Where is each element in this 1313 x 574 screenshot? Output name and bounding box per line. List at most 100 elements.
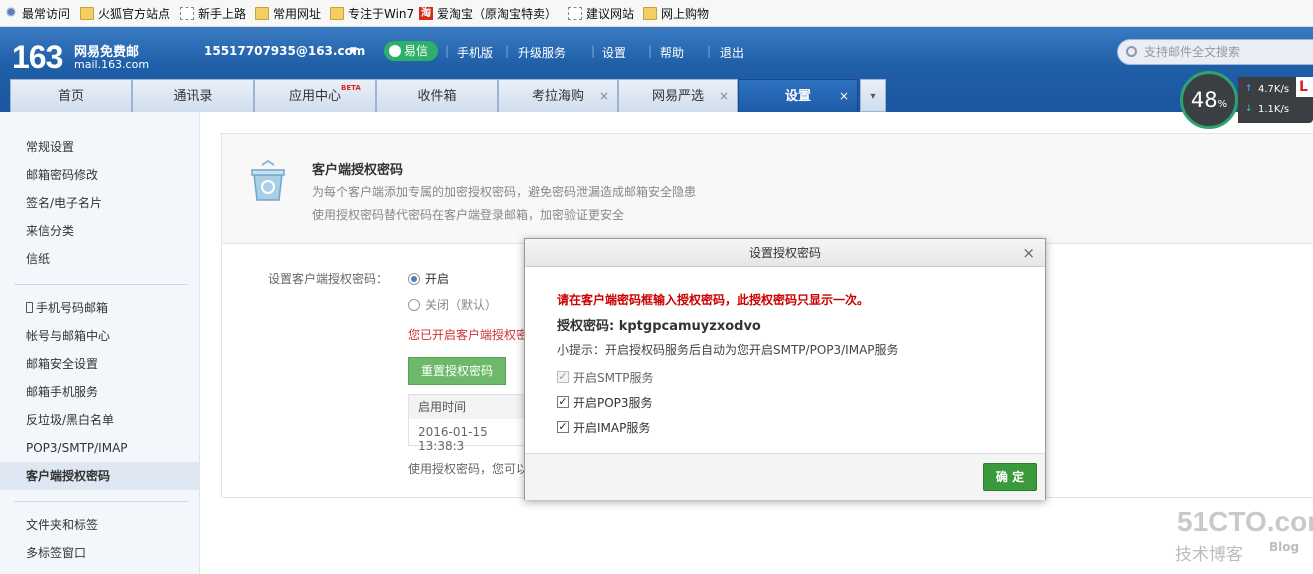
sidebar-item-pop3[interactable]: POP3/SMTP/IMAP: [26, 438, 128, 458]
radio-enable[interactable]: [408, 273, 420, 285]
imap-checkbox[interactable]: ✓: [557, 421, 569, 433]
sidebar-item-security[interactable]: 邮箱安全设置: [26, 354, 98, 374]
speed-percent-ring: 48%: [1180, 71, 1238, 129]
shield-key-icon: [251, 160, 285, 201]
dialog-tip: 小提示：开启授权码服务后自动为您开启SMTP/POP3/IMAP服务: [557, 343, 899, 357]
download-speed: ↓ 1.1K/s: [1245, 104, 1290, 115]
close-icon[interactable]: ×: [1022, 239, 1035, 267]
sidebar-item-phone-mailbox[interactable]: 手机号码邮箱: [26, 298, 108, 318]
panel-header: 客户端授权密码 为每个客户端添加专属的加密授权密码，避免密码泄漏造成邮箱安全隐患…: [222, 134, 1313, 244]
watermark-site: 51CTO.com: [1177, 506, 1313, 537]
page-icon: [180, 7, 194, 20]
tab-app-center[interactable]: 应用中心 BETA: [254, 79, 376, 112]
close-icon[interactable]: ×: [839, 80, 849, 113]
logo-number[interactable]: 163: [12, 39, 63, 76]
sidebar-item-phone-service[interactable]: 邮箱手机服务: [26, 382, 98, 402]
network-speed-widget[interactable]: 48% ↑ 4.7K/s ↓ 1.1K/s: [1180, 71, 1313, 129]
divider: |: [591, 44, 596, 58]
tab-home[interactable]: 首页: [10, 79, 132, 112]
folder-icon: [643, 7, 657, 20]
radio-disable[interactable]: [408, 299, 420, 311]
tab-inbox[interactable]: 收件箱: [376, 79, 498, 112]
confirm-button[interactable]: 确 定: [983, 463, 1037, 491]
tab-contacts[interactable]: 通讯录: [132, 79, 254, 112]
logout-link[interactable]: 退出: [720, 44, 744, 61]
dialog-footer: 确 定: [525, 453, 1045, 500]
upload-speed: ↑ 4.7K/s: [1245, 84, 1290, 95]
smtp-checkbox[interactable]: ✓: [557, 371, 569, 383]
sidebar-item-antispam[interactable]: 反垃圾/黑白名单: [26, 410, 114, 430]
auth-table: 启用时间 2016-01-15 13:38:3: [408, 394, 538, 453]
dialog-warning: 请在客户端密码框输入授权密码，此授权密码只显示一次。: [557, 293, 870, 307]
usage-message: 使用授权密码，您可以: [408, 462, 529, 476]
help-link[interactable]: 帮助: [660, 44, 684, 61]
sidebar-item-signature[interactable]: 签名/电子名片: [26, 193, 102, 213]
watermark-blog-cn: 技术博客: [1175, 545, 1243, 565]
divider: [14, 284, 188, 285]
sidebar-item-folders[interactable]: 文件夹和标签: [26, 515, 98, 535]
dialog-titlebar[interactable]: 设置授权密码 ×: [525, 239, 1045, 267]
tabs-more-chevron-icon[interactable]: ▾: [860, 79, 886, 112]
sidebar-item-general[interactable]: 常规设置: [26, 137, 74, 157]
set-auth-password-dialog: 设置授权密码 × 请在客户端密码框输入授权密码，此授权密码只显示一次。 授权密码…: [524, 238, 1046, 500]
bookmark-firefox-sites[interactable]: 火狐官方站点: [78, 6, 170, 22]
smtp-checkbox-label: 开启SMTP服务: [573, 371, 654, 385]
watermark-blog: Blog: [1269, 540, 1300, 554]
sidebar-item-client-auth[interactable]: 客户端授权密码: [0, 462, 200, 490]
arrow-up-icon: ↑: [1245, 84, 1253, 94]
radio-enable-label[interactable]: 开启: [425, 270, 449, 287]
folder-icon: [330, 7, 344, 20]
sidebar-item-account-center[interactable]: 帐号与邮箱中心: [26, 326, 110, 346]
page-icon: [568, 7, 582, 20]
star-icon: ✹: [5, 5, 17, 21]
folder-icon: [255, 7, 269, 20]
setting-label: 设置客户端授权密码：: [268, 272, 389, 286]
search-input[interactable]: 支持邮件全文搜索: [1117, 39, 1313, 65]
aitaobao-icon: 淘: [419, 7, 433, 20]
bookmark-most-visited[interactable]: ✹ 最常访问: [2, 6, 70, 22]
arrow-down-icon: ↓: [1245, 104, 1253, 114]
settings-sidebar: 常规设置 邮箱密码修改 签名/电子名片 来信分类 信纸 手机号码邮箱 帐号与邮箱…: [0, 112, 200, 574]
search-icon: [1126, 46, 1137, 57]
bookmarks-bar: ✹ 最常访问 火狐官方站点 新手上路 常用网址 专注于Win7 淘爱淘宝（原淘宝特…: [0, 0, 1313, 27]
bookmark-suggested[interactable]: 建议网站: [566, 6, 634, 22]
side-tag[interactable]: L: [1296, 77, 1313, 97]
table-cell: 2016-01-15 13:38:3: [418, 425, 488, 453]
sidebar-item-multitab[interactable]: 多标签窗口: [26, 543, 86, 563]
reset-password-button[interactable]: 重置授权密码: [408, 357, 506, 385]
sidebar-item-filters[interactable]: 来信分类: [26, 221, 74, 241]
logo-url: mail.163.com: [74, 58, 150, 71]
beta-badge: BETA: [341, 84, 361, 92]
chevron-down-icon[interactable]: ▼: [350, 46, 357, 56]
page-description: 为每个客户端添加专属的加密授权密码，避免密码泄漏造成邮箱安全隐患: [312, 185, 697, 199]
tab-yanxuan[interactable]: 网易严选 ×: [618, 79, 738, 112]
sidebar-item-password[interactable]: 邮箱密码修改: [26, 165, 98, 185]
close-icon[interactable]: ×: [719, 80, 729, 113]
settings-link[interactable]: 设置: [602, 44, 626, 61]
bookmark-win7[interactable]: 专注于Win7: [328, 6, 414, 22]
mobile-link[interactable]: 手机版: [457, 44, 493, 61]
bookmark-common-sites[interactable]: 常用网址: [253, 6, 321, 22]
tab-settings[interactable]: 设置 ×: [738, 79, 858, 112]
tab-kaola[interactable]: 考拉海购 ×: [498, 79, 618, 112]
account-name[interactable]: 15517707935@163.com: [204, 44, 365, 58]
divider: |: [445, 44, 450, 58]
table-header: 启用时间: [409, 395, 537, 419]
radio-disable-label[interactable]: 关闭（默认）: [425, 296, 497, 313]
upgrade-link[interactable]: 升级服务: [518, 44, 566, 61]
close-icon[interactable]: ×: [599, 80, 609, 113]
sidebar-item-stationery[interactable]: 信纸: [26, 249, 50, 269]
divider: |: [505, 44, 510, 58]
divider: |: [648, 44, 653, 58]
bookmark-getting-started[interactable]: 新手上路: [178, 6, 246, 22]
yixin-button[interactable]: 易信: [384, 41, 438, 61]
yixin-icon: [389, 45, 401, 57]
bookmark-shopping[interactable]: 网上购物: [641, 6, 709, 22]
dialog-title: 设置授权密码: [748, 246, 821, 260]
auth-password-value: 授权密码: kptgpcamuyzxodvo: [557, 319, 761, 334]
pop3-checkbox[interactable]: ✓: [557, 396, 569, 408]
imap-checkbox-label: 开启IMAP服务: [573, 421, 651, 435]
page-description-2: 使用授权密码替代密码在客户端登录邮箱，加密验证更安全: [312, 208, 625, 222]
bookmark-aitaobao[interactable]: 淘爱淘宝（原淘宝特卖）: [417, 6, 557, 22]
phone-icon: [26, 302, 33, 313]
